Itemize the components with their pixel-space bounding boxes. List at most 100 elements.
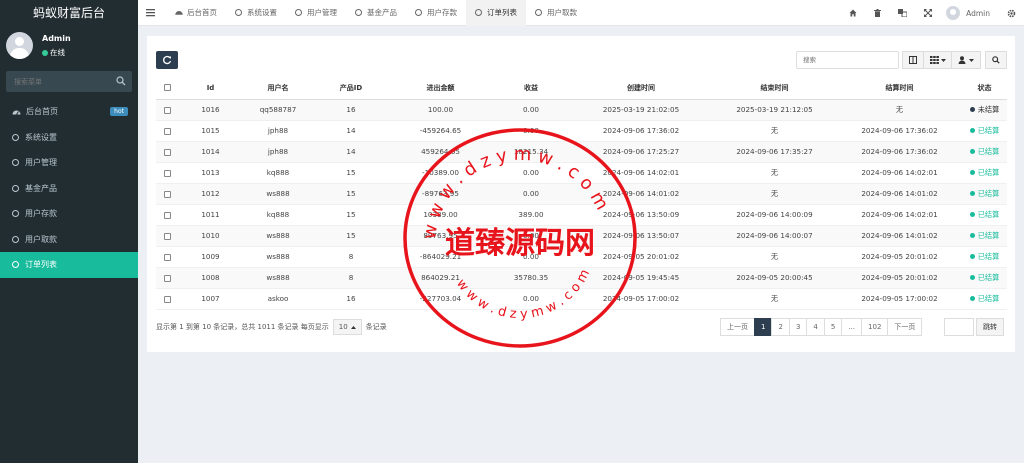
cell-username: jph88 bbox=[243, 141, 313, 163]
table-row[interactable]: 1008 ws888 8 864029.21 35780.35 2024-09-05 19… bbox=[156, 267, 1007, 289]
page-button-1[interactable]: 1 bbox=[754, 318, 773, 336]
cell-created: 2024-09-05 17:00:02 bbox=[570, 288, 712, 310]
cell-created: 2024-09-05 19:45:45 bbox=[570, 267, 712, 289]
status-dot-icon bbox=[969, 295, 975, 301]
tab-users[interactable]: 用户管理 bbox=[286, 0, 346, 26]
brand-logo[interactable]: 蚂蚁财富后台 bbox=[0, 0, 138, 26]
row-checkbox[interactable] bbox=[163, 169, 171, 177]
sidebar-search-input[interactable] bbox=[6, 71, 110, 92]
sidebar-item-settings[interactable]: 系统设置 bbox=[0, 125, 138, 151]
tab-dashboard[interactable]: 后台首页 bbox=[166, 0, 226, 26]
cell-username: qq588787 bbox=[243, 99, 313, 121]
page-jump-input[interactable] bbox=[944, 318, 974, 336]
toggle-view-button[interactable] bbox=[902, 51, 924, 69]
row-checkbox[interactable] bbox=[163, 274, 171, 282]
row-checkbox[interactable] bbox=[163, 253, 171, 261]
table-row[interactable]: 1009 ws888 8 -864029.21 0.00 2024-09-05 20:01… bbox=[156, 246, 1007, 268]
page-size-dropdown[interactable]: 10 bbox=[332, 319, 362, 335]
cell-created: 2024-09-06 13:50:09 bbox=[570, 204, 712, 226]
settings-button[interactable] bbox=[999, 0, 1024, 26]
cell-product-id: 15 bbox=[313, 204, 389, 226]
fullscreen-button[interactable] bbox=[915, 0, 940, 26]
page-button-5[interactable]: 5 bbox=[823, 318, 843, 336]
home-button[interactable] bbox=[840, 0, 865, 26]
row-checkbox[interactable] bbox=[163, 295, 171, 303]
order-list-panel: Id 用户名 产品ID 进出金额 收益 创建时间 结束时间 结算时间 状态 10… bbox=[147, 36, 1015, 352]
col-header-ended[interactable]: 结束时间 bbox=[712, 77, 837, 100]
sidebar-item-users[interactable]: 用户管理 bbox=[0, 150, 138, 176]
col-header-profit[interactable]: 收益 bbox=[492, 77, 570, 100]
cell-created: 2024-09-06 14:02:01 bbox=[570, 162, 712, 184]
orders-table: Id 用户名 产品ID 进出金额 收益 创建时间 结束时间 结算时间 状态 10… bbox=[156, 77, 1007, 310]
status-label: 未结算 bbox=[977, 104, 1000, 114]
cell-profit: 18215.34 bbox=[492, 141, 570, 163]
cell-status: 未结算 bbox=[962, 99, 1007, 121]
page-next-button[interactable]: 下一页 bbox=[887, 318, 923, 336]
clear-cache-button[interactable] bbox=[865, 0, 890, 26]
col-header-id[interactable]: Id bbox=[178, 77, 243, 100]
language-button[interactable] bbox=[890, 0, 915, 26]
sidebar-item-deposits[interactable]: 用户存款 bbox=[0, 201, 138, 227]
circle-icon bbox=[12, 210, 19, 217]
row-checkbox[interactable] bbox=[163, 148, 171, 156]
cell-status: 已结算 bbox=[962, 246, 1007, 268]
col-header-settled[interactable]: 结算时间 bbox=[837, 77, 962, 100]
user-avatar[interactable] bbox=[946, 6, 961, 20]
page-button-2[interactable]: 2 bbox=[771, 318, 790, 336]
table-row[interactable]: 1013 kq888 15 -10389.00 0.00 2024-09-06 14:02… bbox=[156, 162, 1007, 184]
cell-ended: 无 bbox=[712, 246, 837, 268]
row-checkbox[interactable] bbox=[163, 127, 171, 135]
refresh-button[interactable] bbox=[156, 51, 178, 69]
table-row[interactable]: 1007 askoo 16 -227703.04 0.00 2024-09-05 17:0… bbox=[156, 288, 1007, 310]
cell-amount: 10389.00 bbox=[389, 204, 492, 226]
page-button-4[interactable]: 4 bbox=[806, 318, 825, 336]
tab-funds[interactable]: 基金产品 bbox=[346, 0, 406, 26]
sidebar-item-funds[interactable]: 基金产品 bbox=[0, 176, 138, 202]
admin-name[interactable]: Admin bbox=[966, 9, 990, 18]
table-row[interactable]: 1016 qq588787 16 100.00 0.00 2025-03-19 21:02… bbox=[156, 99, 1007, 121]
table-row[interactable]: 1011 kq888 15 10389.00 389.00 2024-09-06 13:5… bbox=[156, 204, 1007, 226]
page-button-3[interactable]: 3 bbox=[788, 318, 808, 336]
select-all-checkbox[interactable] bbox=[163, 84, 171, 92]
tab-orders[interactable]: 订单列表 bbox=[466, 0, 526, 26]
col-header-status[interactable]: 状态 bbox=[962, 77, 1007, 100]
cell-created: 2024-09-06 17:25:27 bbox=[570, 141, 712, 163]
search-icon[interactable] bbox=[116, 76, 126, 86]
table-row[interactable]: 1010 ws888 15 89763.95 0.00 2024-09-06 13:50:… bbox=[156, 225, 1007, 247]
export-dropdown-button[interactable] bbox=[951, 51, 981, 69]
cell-settled: 无 bbox=[837, 99, 962, 121]
cell-username: askoo bbox=[243, 288, 313, 310]
cell-ended: 2024-09-05 20:00:45 bbox=[712, 267, 837, 289]
table-row[interactable]: 1014 jph88 14 459264.65 18215.34 2024-09-06 1… bbox=[156, 141, 1007, 163]
col-header-created[interactable]: 创建时间 bbox=[570, 77, 712, 100]
circle-icon bbox=[535, 9, 542, 16]
cell-username: kq888 bbox=[243, 162, 313, 184]
advanced-search-button[interactable] bbox=[985, 51, 1007, 69]
tab-settings[interactable]: 系统设置 bbox=[226, 0, 286, 26]
row-checkbox[interactable] bbox=[163, 190, 171, 198]
sidebar-item-dashboard[interactable]: 后台首页 hot bbox=[0, 99, 138, 125]
col-header-username[interactable]: 用户名 bbox=[243, 77, 313, 100]
hamburger-icon[interactable] bbox=[146, 8, 155, 17]
page-prev-button[interactable]: 上一页 bbox=[720, 318, 755, 336]
page-jump-button[interactable]: 跳转 bbox=[976, 318, 1004, 336]
col-header-product-id[interactable]: 产品ID bbox=[313, 77, 389, 100]
sidebar-item-label: 用户管理 bbox=[25, 158, 57, 167]
col-header-amount[interactable]: 进出金额 bbox=[389, 77, 492, 100]
status-badge: 已结算 bbox=[969, 210, 999, 219]
cell-settled: 2024-09-06 14:01:02 bbox=[837, 225, 962, 247]
table-row[interactable]: 1015 jph88 14 -459264.65 0.00 2024-09-06 17:3… bbox=[156, 120, 1007, 142]
row-checkbox[interactable] bbox=[163, 232, 171, 240]
sidebar-item-withdrawals[interactable]: 用户取款 bbox=[0, 227, 138, 253]
page-button-last[interactable]: 102 bbox=[861, 318, 889, 336]
table-search-input[interactable] bbox=[796, 51, 899, 69]
circle-icon bbox=[12, 235, 19, 243]
row-checkbox[interactable] bbox=[163, 106, 171, 114]
cell-product-id: 16 bbox=[313, 288, 389, 310]
row-checkbox[interactable] bbox=[163, 211, 171, 219]
tab-deposits[interactable]: 用户存款 bbox=[406, 0, 466, 26]
sidebar-item-orders[interactable]: 订单列表 bbox=[0, 252, 138, 278]
tab-withdrawals[interactable]: 用户取款 bbox=[526, 0, 586, 26]
table-row[interactable]: 1012 ws888 15 -89763.95 0.00 2024-09-06 14:01… bbox=[156, 183, 1007, 205]
columns-dropdown-button[interactable] bbox=[923, 51, 952, 69]
